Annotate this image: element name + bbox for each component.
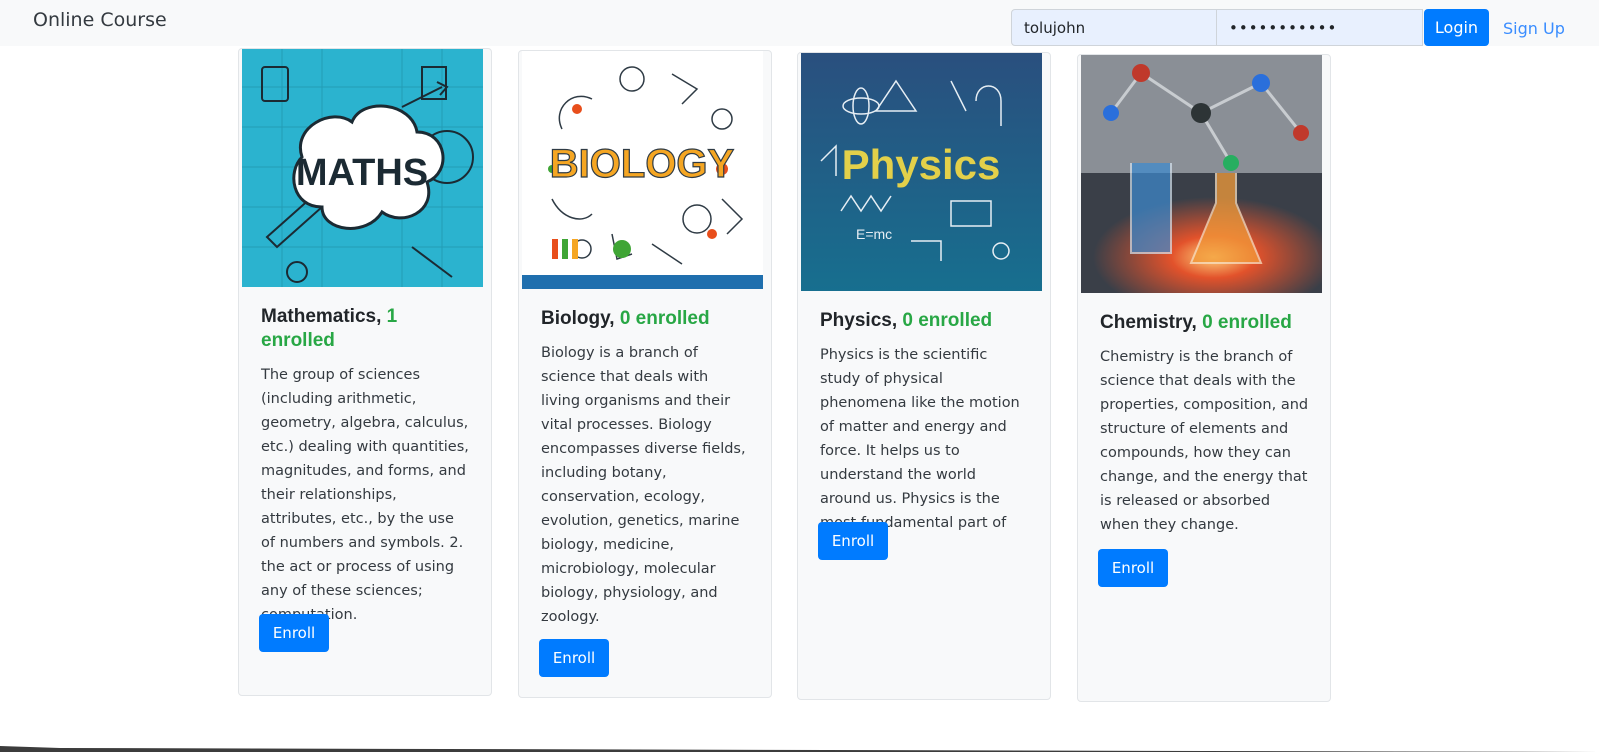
- mathematics-image: MATHS: [242, 49, 483, 287]
- biology-logo-text: BIOLOGY: [550, 142, 735, 186]
- course-name: Physics,: [820, 310, 898, 331]
- password-input[interactable]: [1216, 9, 1423, 46]
- course-name: Biology,: [541, 308, 615, 329]
- card-body: Mathematics, 1 enrolled The group of sci…: [261, 305, 471, 627]
- course-card-biology: BIOLOGY Biology, 0 enrolled Biology is a…: [518, 50, 772, 698]
- bottom-shadow: [0, 746, 1599, 752]
- login-button[interactable]: Login: [1424, 9, 1489, 46]
- course-title: Mathematics, 1 enrolled: [261, 305, 471, 353]
- chemistry-image: [1081, 55, 1322, 293]
- course-card-mathematics: MATHS Mathematics, 1 enrolled The group …: [238, 48, 492, 696]
- signup-link[interactable]: Sign Up: [1503, 19, 1565, 38]
- navbar: Online Course Login Sign Up: [0, 0, 1599, 46]
- course-card-physics: E=mc Physics Physics, 0 enrolled Physics…: [797, 52, 1051, 700]
- enroll-button[interactable]: Enroll: [818, 522, 888, 560]
- course-card-chemistry: Chemistry, 0 enrolled Chemistry is the b…: [1077, 54, 1331, 702]
- course-title: Physics, 0 enrolled: [820, 309, 1030, 333]
- enrolled-count: 0 enrolled: [1202, 312, 1292, 333]
- username-input[interactable]: [1011, 9, 1217, 46]
- course-name: Chemistry,: [1100, 312, 1197, 333]
- card-body: Biology, 0 enrolled Biology is a branch …: [541, 307, 751, 629]
- enroll-button[interactable]: Enroll: [259, 614, 329, 652]
- enrolled-count: 0 enrolled: [619, 308, 710, 329]
- course-description: Biology is a branch of science that deal…: [541, 345, 746, 625]
- course-title: Biology, 0 enrolled: [541, 307, 751, 331]
- physics-logo-text: Physics: [842, 141, 1001, 188]
- enroll-button[interactable]: Enroll: [539, 639, 609, 677]
- maths-logo-text: MATHS: [296, 152, 428, 194]
- enroll-button[interactable]: Enroll: [1098, 549, 1168, 587]
- biology-image: BIOLOGY: [522, 51, 763, 289]
- course-description: Chemistry is the branch of science that …: [1100, 349, 1309, 533]
- card-body: Chemistry, 0 enrolled Chemistry is the b…: [1100, 311, 1310, 537]
- enrolled-count: 0 enrolled: [902, 310, 993, 331]
- course-title: Chemistry, 0 enrolled: [1100, 311, 1310, 335]
- svg-text:E=mc: E=mc: [856, 226, 892, 242]
- course-description: The group of sciences (including arithme…: [261, 367, 469, 623]
- brand-link[interactable]: Online Course: [33, 9, 167, 31]
- physics-image: E=mc Physics: [801, 53, 1042, 291]
- course-name: Mathematics,: [261, 306, 382, 327]
